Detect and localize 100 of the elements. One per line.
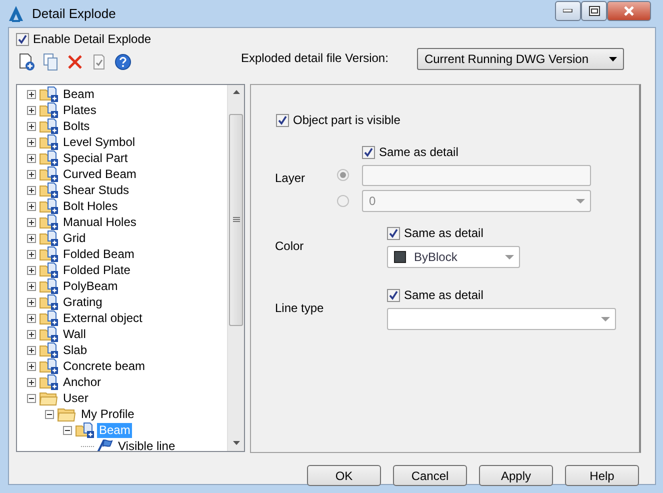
expand-toggle[interactable]	[27, 378, 36, 386]
radio-dot-icon	[340, 172, 346, 178]
tree-item[interactable]: Visible line	[116, 438, 178, 451]
expand-toggle[interactable]	[27, 186, 36, 194]
version-dropdown[interactable]: Current Running DWG Version	[417, 48, 624, 70]
expand-toggle[interactable]	[27, 314, 36, 322]
expand-toggle[interactable]	[27, 154, 36, 162]
plus-icon	[28, 314, 35, 322]
folder-document-icon	[39, 342, 59, 358]
expand-toggle[interactable]	[27, 394, 36, 402]
text-field[interactable]	[362, 165, 591, 186]
plus-icon	[28, 330, 35, 338]
maximize-button[interactable]	[581, 0, 607, 20]
caret-icon	[601, 316, 610, 322]
caret-icon	[505, 254, 514, 260]
tree-item[interactable]: Shear Studs	[61, 182, 132, 198]
expand-toggle[interactable]	[27, 202, 36, 210]
expand-toggle[interactable]	[27, 266, 36, 274]
tree-item[interactable]: Plates	[61, 102, 98, 118]
tree-item[interactable]: Manual Holes	[61, 214, 138, 230]
close-button[interactable]	[607, 0, 651, 20]
expand-toggle[interactable]	[27, 106, 36, 114]
tree-item[interactable]: Bolts	[61, 118, 92, 134]
expand-toggle[interactable]	[27, 138, 36, 146]
expand-toggle[interactable]	[27, 298, 36, 306]
tree-item[interactable]: Grid	[61, 230, 88, 246]
expand-toggle[interactable]	[45, 410, 54, 418]
plus-icon	[28, 90, 35, 98]
new-document-icon[interactable]	[17, 52, 37, 72]
help-icon[interactable]	[113, 52, 133, 72]
expand-toggle[interactable]	[27, 282, 36, 290]
expand-toggle[interactable]	[27, 250, 36, 258]
checkbox-label[interactable]: Enable Detail Explode	[33, 30, 152, 48]
expand-toggle[interactable]	[27, 170, 36, 178]
dialog-button[interactable]: OK	[307, 465, 381, 486]
scrollbar[interactable]	[227, 85, 244, 451]
maximize-icon	[588, 6, 600, 16]
folder-document-icon	[39, 246, 59, 262]
field-label: Color	[275, 238, 304, 255]
plus-icon	[28, 186, 35, 194]
tree-item[interactable]: Curved Beam	[61, 166, 138, 182]
plus-icon	[28, 122, 35, 130]
expand-toggle[interactable]	[27, 346, 36, 354]
expand-toggle[interactable]	[63, 426, 72, 434]
folder-document-icon	[39, 214, 59, 230]
window-title: Detail Explode	[32, 4, 117, 23]
caret-icon	[576, 198, 585, 204]
tree-item[interactable]: Wall	[61, 326, 88, 342]
folder-document-icon	[39, 326, 59, 342]
folder-icon	[57, 406, 77, 422]
tree-item[interactable]: Concrete beam	[61, 358, 148, 374]
folder-document-icon	[39, 134, 59, 150]
folder-document-icon	[39, 166, 59, 182]
expand-toggle[interactable]	[27, 362, 36, 370]
minimize-button[interactable]	[555, 0, 581, 20]
folder-document-icon	[39, 262, 59, 278]
field-label: Layer	[275, 170, 306, 186]
dialog-button[interactable]: Apply	[479, 465, 553, 486]
checkbox[interactable]	[387, 226, 400, 240]
folder-document-icon	[39, 374, 59, 390]
plus-icon	[28, 234, 35, 242]
folder-icon	[39, 390, 59, 406]
plus-icon	[28, 154, 35, 162]
tree-item[interactable]: Folded Plate	[61, 262, 132, 278]
version-label: Exploded detail file Version:	[241, 50, 388, 67]
dialog-button[interactable]: Cancel	[393, 465, 467, 486]
expand-toggle[interactable]	[27, 90, 36, 98]
checkbox[interactable]	[276, 114, 289, 126]
checkbox-label[interactable]: Same as detail	[404, 224, 484, 242]
color-dropdown[interactable]: ByBlock	[387, 246, 520, 268]
checkbox-label[interactable]: Object part is visible	[293, 111, 400, 129]
tree-item[interactable]: Folded Beam	[61, 246, 136, 262]
plus-icon	[28, 346, 35, 354]
plus-icon	[28, 218, 35, 226]
checkbox-label[interactable]: Same as detail	[404, 286, 484, 304]
tree-item[interactable]: Grating	[61, 294, 104, 310]
folder-document-icon	[39, 358, 59, 374]
expand-toggle[interactable]	[27, 218, 36, 226]
folder-document-icon	[39, 230, 59, 246]
checkbox[interactable]	[16, 32, 29, 46]
tree-item[interactable]: PolyBeam	[61, 278, 120, 294]
expand-toggle[interactable]	[27, 330, 36, 338]
close-icon	[623, 6, 635, 16]
expand-toggle[interactable]	[27, 234, 36, 242]
plus-icon	[28, 106, 35, 114]
tree-item[interactable]: My Profile	[79, 406, 136, 422]
tree-item[interactable]: Special Part	[61, 150, 130, 166]
tree-item[interactable]: Anchor	[61, 374, 104, 390]
tree-item[interactable]: Bolt Holes	[61, 198, 120, 214]
expand-toggle[interactable]	[27, 122, 36, 130]
tree-item[interactable]: Slab	[61, 342, 90, 358]
dialog-button[interactable]: Help	[565, 465, 639, 486]
plus-icon	[28, 298, 35, 306]
plus-icon	[28, 138, 35, 146]
tree-item[interactable]: Beam	[61, 86, 96, 102]
tree-item[interactable]: User	[61, 390, 90, 406]
plus-icon	[28, 282, 35, 290]
checkbox[interactable]	[387, 288, 400, 302]
tree-item[interactable]: Level Symbol	[61, 134, 138, 150]
tree-item[interactable]: External object	[61, 310, 144, 326]
